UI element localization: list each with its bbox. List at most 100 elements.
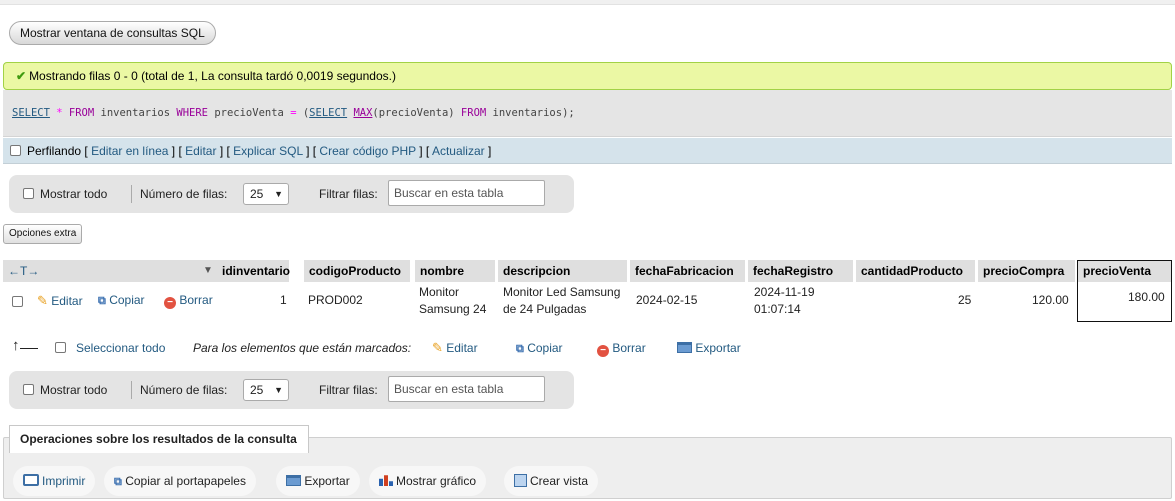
print-label: Imprimir (42, 474, 86, 488)
filter-label: Filtrar filas: (319, 187, 378, 201)
mass-delete-button[interactable]: − Borrar (597, 340, 646, 357)
show-all-toggle[interactable]: Mostrar todo (23, 371, 107, 409)
mass-export-button[interactable]: Exportar (677, 340, 741, 356)
sql-keyword-from: FROM (68, 107, 95, 119)
cell-fechaRegistro-date: 2024-11-19 (754, 285, 815, 299)
profiling-label: Perfilando (27, 144, 82, 158)
column-arrows-header[interactable]: ←T→ ▼ idinventario (3, 260, 290, 282)
navigation-bar-top: Mostrar todo Número de filas: 25 ▼ Filtra… (9, 175, 574, 213)
row-copy-link[interactable]: ⧉ Copiar (98, 293, 145, 308)
link-inline-edit[interactable]: Editar en línea (91, 144, 168, 158)
sql-function-max[interactable]: MAX (353, 107, 372, 119)
row-copy-label: Copiar (109, 293, 145, 307)
cell-cantidadProducto: 25 (958, 293, 972, 307)
view-icon (514, 474, 527, 487)
sql-keyword-where: WHERE (176, 107, 208, 119)
column-header-cantidadProducto[interactable]: cantidadProducto (856, 260, 975, 282)
sql-keyword-from-sub: FROM (460, 107, 487, 119)
export-button[interactable]: Exportar (276, 466, 360, 496)
row-delete-link[interactable]: − Borrar (164, 293, 213, 309)
mass-edit-label: Editar (446, 341, 478, 355)
export-icon (286, 475, 301, 486)
cell-idinventario: 1 (280, 293, 287, 307)
divider (131, 185, 132, 203)
cell-precioCompra: 120.00 (1032, 293, 1069, 307)
show-all-toggle[interactable]: Mostrar todo (23, 175, 107, 213)
rows-select[interactable]: 25 ▼ (243, 183, 289, 205)
pencil-icon: ✎ (37, 293, 48, 308)
copy-icon: ⧉ (98, 295, 106, 307)
cell-nombre-line2: Samsung 24 (419, 302, 487, 316)
filter-rows-input[interactable] (388, 180, 545, 206)
select-all-label: Seleccionar todo (76, 341, 166, 355)
column-header-idinventario[interactable]: idinventario (222, 260, 290, 282)
column-header-descripcion[interactable]: descripcion (498, 260, 627, 282)
rows-select-value: 25 (250, 187, 264, 201)
cell-descripcion-line2: de 24 Pulgadas (503, 302, 587, 316)
row-edit-label: Editar (51, 294, 83, 308)
copy-icon: ⧉ (114, 476, 122, 488)
copy-to-clipboard-button[interactable]: ⧉ Copiar al portapapeles (104, 466, 256, 496)
printer-icon (23, 474, 39, 486)
export-icon (677, 342, 692, 353)
mass-edit-button[interactable]: ✎ Editar (432, 340, 478, 356)
column-header-codigoProducto[interactable]: codigoProducto (304, 260, 410, 282)
print-button[interactable]: Imprimir (13, 466, 96, 496)
filter-rows-input[interactable] (388, 376, 545, 402)
sql-column-arg: (precioVenta) (372, 107, 461, 119)
chevron-down-icon: ▼ (274, 385, 283, 395)
column-header-fechaRegistro[interactable]: fechaRegistro (748, 260, 853, 282)
sql-keyword-select[interactable]: SELECT (12, 107, 50, 119)
select-all-toggle[interactable]: Seleccionar todo (55, 340, 165, 356)
create-view-button[interactable]: Crear vista (504, 466, 599, 496)
profiling-checkbox[interactable] (10, 145, 21, 156)
success-text: Mostrando filas 0 - 0 (total de 1, La co… (29, 69, 396, 83)
sort-dropdown-icon[interactable]: ▼ (203, 260, 213, 282)
cell-codigoProducto: PROD002 (308, 293, 363, 307)
profiling-bar: Perfilando [ Editar en línea ] [ Editar … (3, 138, 1172, 164)
show-all-label: Mostrar todo (40, 383, 108, 397)
show-all-checkbox[interactable] (23, 384, 34, 395)
arrow-up-icon: ↑ (12, 337, 20, 354)
column-header-nombre[interactable]: nombre (415, 260, 495, 282)
show-all-checkbox[interactable] (23, 188, 34, 199)
pencil-icon: ✎ (432, 340, 443, 355)
sql-column: precioVenta (208, 107, 291, 119)
extra-options-button[interactable]: Opciones extra (3, 224, 83, 244)
select-all-checkbox[interactable] (55, 342, 66, 353)
export-label: Exportar (304, 474, 350, 488)
link-refresh[interactable]: Actualizar (432, 144, 485, 158)
sql-paren: ( (296, 107, 310, 119)
link-edit[interactable]: Editar (185, 144, 216, 158)
cell-fechaFabricacion: 2024-02-15 (636, 293, 698, 307)
column-header-fechaFabricacion[interactable]: fechaFabricacion (630, 260, 745, 282)
copy-clipboard-label: Copiar al portapapeles (125, 474, 246, 488)
with-selected-label: Para los elementos que están marcados: (193, 341, 412, 355)
row-edit-link[interactable]: ✎ Editar (37, 293, 83, 309)
link-explain-sql[interactable]: Explicar SQL (233, 144, 303, 158)
navigation-bar-bottom: Mostrar todo Número de filas: 25 ▼ Filtra… (9, 371, 574, 409)
show-chart-button[interactable]: Mostrar gráfico (369, 466, 487, 496)
filter-label: Filtrar filas: (319, 383, 378, 397)
query-operations-title: Operaciones sobre los resultados de la c… (9, 425, 309, 453)
link-create-php[interactable]: Crear código PHP (319, 144, 416, 158)
mass-export-label: Exportar (695, 341, 741, 355)
row-checkbox[interactable] (12, 296, 23, 307)
cell-descripcion-line1: Monitor Led Samsung (503, 285, 621, 299)
show-all-label: Mostrar todo (40, 187, 108, 201)
delete-icon: − (164, 297, 176, 309)
rows-label: Número de filas: (140, 187, 228, 201)
sql-table: inventarios (94, 107, 177, 119)
rows-select-value: 25 (250, 383, 264, 397)
sql-keyword-subselect[interactable]: SELECT (309, 107, 347, 119)
divider (131, 381, 132, 399)
show-sql-window-button[interactable]: Mostrar ventana de consultas SQL (9, 21, 216, 45)
cell-nombre-line1: Monitor (419, 285, 460, 299)
column-arrows-icon[interactable]: ←T→ (8, 264, 39, 278)
rows-select[interactable]: 25 ▼ (243, 379, 289, 401)
column-header-precioCompra[interactable]: precioCompra (978, 260, 1075, 282)
checkmark-icon: ✔ (16, 69, 27, 83)
sql-star: * (49, 107, 69, 119)
mass-copy-button[interactable]: ⧉ Copiar (516, 340, 563, 357)
delete-icon: − (597, 345, 609, 357)
